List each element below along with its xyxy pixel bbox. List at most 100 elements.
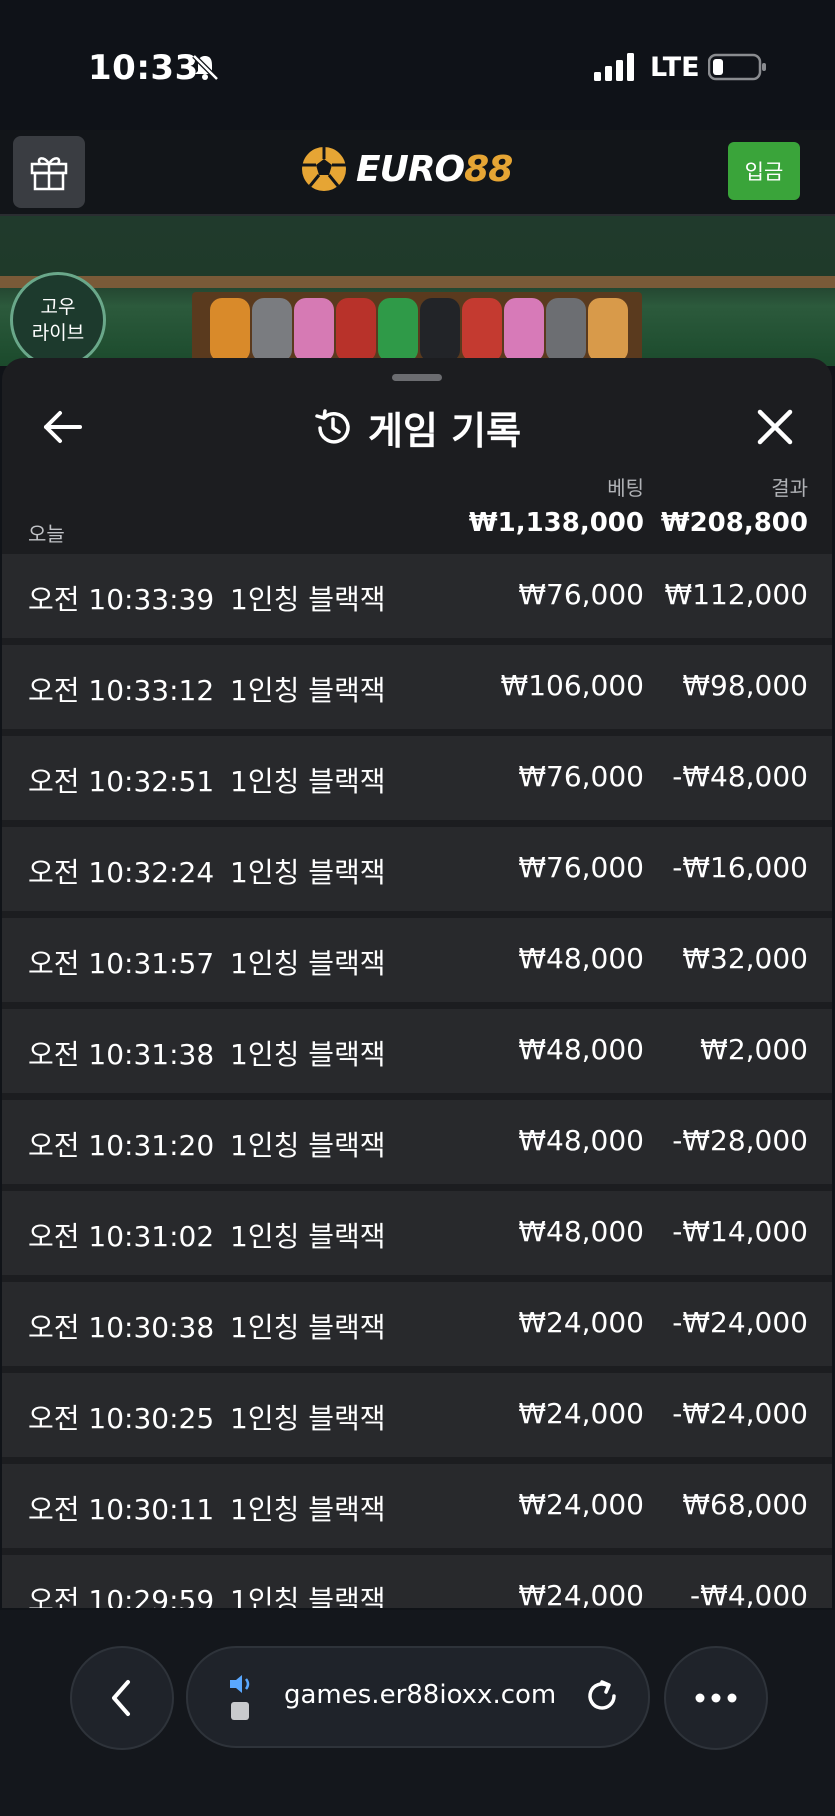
address-bar[interactable]: games.er88ioxx.com [186, 1646, 650, 1748]
table-rail [0, 276, 835, 288]
logo-text-accent: 88 [464, 148, 513, 190]
browser-toolbar: games.er88ioxx.com [0, 1610, 835, 1816]
speaker-icon [230, 1675, 250, 1720]
row-time: 오전 10:32:24 [28, 856, 215, 889]
network-label: LTE [650, 52, 700, 83]
live-badge-line1: 고우 [40, 296, 76, 318]
sheet-title: 게임 기록 [368, 409, 522, 453]
row-result: -₩4,000 [690, 1579, 808, 1608]
row-result: ₩112,000 [664, 578, 808, 611]
back-arrow-icon[interactable] [38, 402, 88, 452]
history-row[interactable]: 오전 10:32:24 1인칭 블랙잭 ₩76,000 -₩16,000 [2, 827, 832, 911]
chip [336, 298, 376, 362]
column-header-result: 결과 [771, 476, 808, 500]
reload-icon[interactable] [582, 1676, 622, 1716]
puzzle-icon [231, 1702, 249, 1720]
close-icon[interactable] [750, 402, 800, 452]
row-result: -₩24,000 [672, 1397, 808, 1430]
row-result: -₩24,000 [672, 1306, 808, 1339]
game-table-background [0, 216, 835, 372]
history-row[interactable]: 오전 10:31:57 1인칭 블랙잭 ₩48,000 ₩32,000 [2, 918, 832, 1002]
total-result: ₩208,800 [660, 508, 808, 538]
total-bet: ₩1,138,000 [468, 508, 644, 538]
chip [420, 298, 460, 362]
row-time: 오전 10:32:51 [28, 765, 215, 798]
row-bet: ₩48,000 [518, 1033, 644, 1066]
url-text: games.er88ioxx.com [284, 1680, 557, 1710]
history-row[interactable]: 오전 10:31:20 1인칭 블랙잭 ₩48,000 -₩28,000 [2, 1100, 832, 1184]
row-time: 오전 10:33:12 [28, 674, 215, 707]
history-row[interactable]: 오전 10:33:12 1인칭 블랙잭 ₩106,000 ₩98,000 [2, 645, 832, 729]
row-game: 1인칭 블랙잭 [230, 583, 386, 616]
row-time: 오전 10:31:38 [28, 1038, 215, 1071]
history-row[interactable]: 오전 10:29:59 1인칭 블랙잭 ₩24,000 -₩4,000 [2, 1555, 832, 1608]
row-result: ₩98,000 [682, 669, 808, 702]
history-row[interactable]: 오전 10:31:38 1인칭 블랙잭 ₩48,000 ₩2,000 [2, 1009, 832, 1093]
chip [210, 298, 250, 362]
row-time: 오전 10:31:20 [28, 1129, 215, 1162]
row-result: -₩14,000 [672, 1215, 808, 1248]
bell-slash-icon [192, 54, 219, 81]
euro88-logo: EURO88 [300, 142, 513, 196]
row-game: 1인칭 블랙잭 [230, 1402, 386, 1435]
live-badge-line2: 라이브 [31, 322, 85, 344]
more-icon [695, 1693, 737, 1703]
history-row[interactable]: 오전 10:30:11 1인칭 블랙잭 ₩24,000 ₩68,000 [2, 1464, 832, 1548]
sheet-drag-handle[interactable] [392, 374, 442, 381]
live-badge[interactable]: 고우 라이브 [10, 272, 106, 368]
row-game: 1인칭 블랙잭 [230, 1038, 386, 1071]
row-time: 오전 10:30:11 [28, 1493, 215, 1526]
row-bet: ₩48,000 [518, 1215, 644, 1248]
more-button[interactable] [664, 1646, 768, 1750]
row-game: 1인칭 블랙잭 [230, 1584, 386, 1608]
gift-button[interactable] [13, 136, 85, 208]
battery-icon [708, 53, 766, 81]
row-bet: ₩76,000 [518, 760, 644, 793]
deposit-button[interactable]: 입금 [728, 142, 800, 200]
column-header-bet: 베팅 [607, 476, 644, 500]
row-result: ₩2,000 [700, 1033, 808, 1066]
history-row[interactable]: 오전 10:30:38 1인칭 블랙잭 ₩24,000 -₩24,000 [2, 1282, 832, 1366]
logo-text-main: EURO [356, 148, 465, 190]
row-result: -₩28,000 [672, 1124, 808, 1157]
history-list: 오전 10:33:39 1인칭 블랙잭 ₩76,000 ₩112,000 오전 10:… [2, 554, 832, 1608]
row-bet: ₩76,000 [518, 851, 644, 884]
gift-icon [30, 157, 68, 191]
row-time: 오전 10:33:39 [28, 583, 215, 616]
history-row[interactable]: 오전 10:31:02 1인칭 블랙잭 ₩48,000 -₩14,000 [2, 1191, 832, 1275]
row-game: 1인칭 블랙잭 [230, 765, 386, 798]
sheet-title-group: 게임 기록 [312, 400, 521, 455]
row-time: 오전 10:30:38 [28, 1311, 215, 1344]
row-result: -₩16,000 [672, 851, 808, 884]
row-bet: ₩24,000 [518, 1488, 644, 1521]
row-game: 1인칭 블랙잭 [230, 856, 386, 889]
row-time: 오전 10:31:02 [28, 1220, 215, 1253]
signal-icon [594, 53, 634, 81]
history-row[interactable]: 오전 10:32:51 1인칭 블랙잭 ₩76,000 -₩48,000 [2, 736, 832, 820]
chip [294, 298, 334, 362]
status-bar: 10:33 LTE [0, 0, 835, 130]
today-label: 오늘 [28, 522, 65, 546]
row-result: ₩32,000 [682, 942, 808, 975]
row-bet: ₩24,000 [518, 1306, 644, 1339]
status-time: 10:33 [88, 48, 199, 88]
row-time: 오전 10:31:57 [28, 947, 215, 980]
browser-back-button[interactable] [70, 1646, 174, 1750]
row-game: 1인칭 블랙잭 [230, 1220, 386, 1253]
chip [252, 298, 292, 362]
chip [462, 298, 502, 362]
chevron-left-icon [112, 1680, 130, 1716]
row-bet: ₩24,000 [518, 1397, 644, 1430]
row-bet: ₩48,000 [518, 1124, 644, 1157]
row-game: 1인칭 블랙잭 [230, 674, 386, 707]
row-bet: ₩24,000 [518, 1579, 644, 1608]
history-row[interactable]: 오전 10:33:39 1인칭 블랙잭 ₩76,000 ₩112,000 [2, 554, 832, 638]
chip [504, 298, 544, 362]
history-row[interactable]: 오전 10:30:25 1인칭 블랙잭 ₩24,000 -₩24,000 [2, 1373, 832, 1457]
app-header: EURO88 입금 [0, 130, 835, 216]
chip [378, 298, 418, 362]
row-time: 오전 10:29:59 [28, 1584, 215, 1608]
row-game: 1인칭 블랙잭 [230, 947, 386, 980]
chip [546, 298, 586, 362]
row-time: 오전 10:30:25 [28, 1402, 215, 1435]
